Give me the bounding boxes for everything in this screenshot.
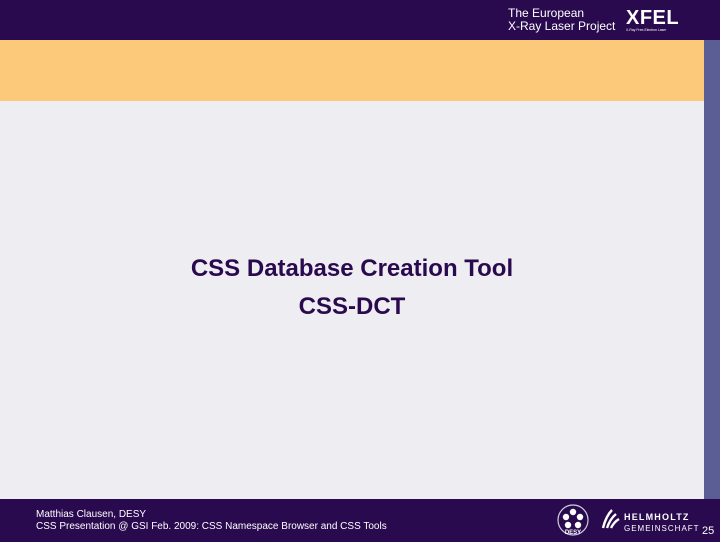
accent-band [0,40,704,101]
tagline-line2: X-Ray Laser Project [508,19,616,33]
xfel-logo-text: XFEL [626,7,680,29]
desy-logo-icon: DESY [557,504,589,536]
helmholtz-mark-icon [601,509,620,529]
slide-content: CSS Database Creation Tool CSS-DCT [0,101,704,499]
tagline: The European X-Ray Laser Project [508,7,623,33]
desy-logo-text: DESY [565,530,581,536]
page-number: 25 [702,525,715,537]
helmholtz-line1: HELMHOLTZ [624,512,690,522]
side-bar [704,40,720,499]
slide-title: CSS Database Creation Tool [190,255,514,282]
footer-bar: Matthias Clausen, DESY CSS Presentation … [0,499,720,540]
xfel-logo: XFEL X-Ray Free-Electron Laser [626,7,692,37]
xfel-logo-subtext: X-Ray Free-Electron Laser [626,28,667,32]
presentation-text: CSS Presentation @ GSI Feb. 2009: CSS Na… [36,521,387,532]
helmholtz-line2: GEMEINSCHAFT [624,524,700,533]
slide-subtitle: CSS-DCT [298,293,406,320]
header-bar: The European X-Ray Laser Project XFEL X-… [0,0,720,40]
helmholtz-logo: HELMHOLTZ GEMEINSCHAFT [600,504,699,536]
desy-logo: DESY [556,503,590,537]
author-text: Matthias Clausen, DESY [36,509,147,520]
